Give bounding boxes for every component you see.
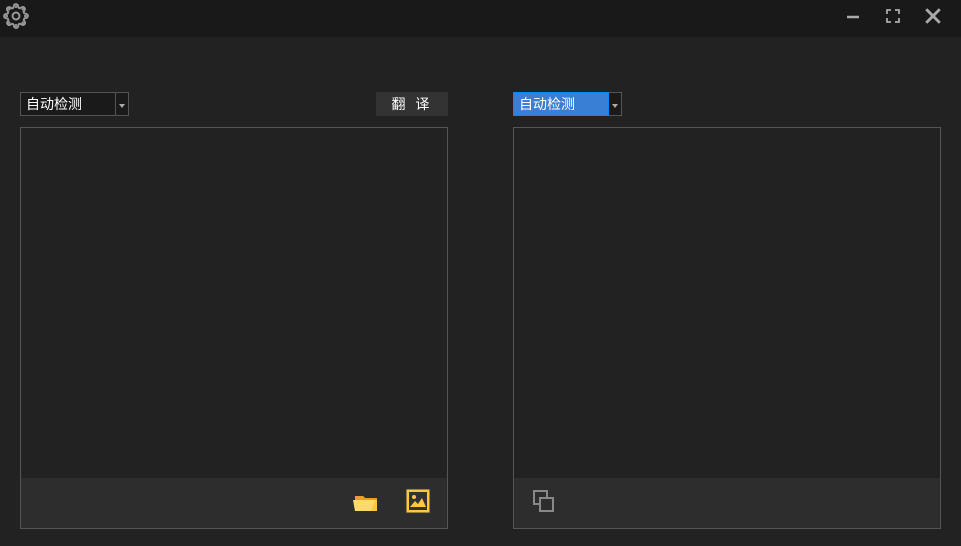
source-language-value[interactable]: 自动检测 [20, 92, 116, 116]
minimize-icon [845, 8, 861, 29]
source-toolbar [21, 478, 447, 528]
chevron-down-icon [119, 95, 125, 113]
close-icon [924, 7, 942, 30]
titlebar [0, 0, 961, 37]
settings-button[interactable] [6, 9, 26, 29]
close-button[interactable] [923, 9, 943, 29]
folder-icon [351, 486, 381, 521]
target-text-container [513, 127, 941, 529]
source-pane: 自动检测 翻 译 [20, 92, 448, 529]
maximize-button[interactable] [883, 9, 903, 29]
source-text-area[interactable] [21, 128, 447, 478]
target-text-area [514, 128, 940, 478]
source-language-arrow[interactable] [116, 92, 129, 116]
target-pane: 自动检测 [513, 92, 941, 529]
source-text-container [20, 127, 448, 529]
source-header: 自动检测 翻 译 [20, 92, 448, 116]
main-content: 自动检测 翻 译 [0, 37, 961, 529]
screenshot-button[interactable] [403, 488, 433, 518]
minimize-button[interactable] [843, 9, 863, 29]
target-language-value[interactable]: 自动检测 [513, 92, 609, 116]
source-language-select[interactable]: 自动检测 [20, 92, 129, 116]
target-toolbar [514, 478, 940, 528]
target-language-select[interactable]: 自动检测 [513, 92, 622, 116]
screenshot-icon [403, 486, 433, 521]
maximize-icon [885, 8, 901, 29]
copy-button[interactable] [528, 488, 558, 518]
target-header: 自动检测 [513, 92, 941, 116]
chevron-down-icon [612, 95, 618, 113]
copy-icon [528, 486, 558, 521]
target-language-arrow[interactable] [609, 92, 622, 116]
translate-button[interactable]: 翻 译 [376, 92, 448, 116]
gear-icon [3, 3, 29, 34]
open-file-button[interactable] [351, 488, 381, 518]
